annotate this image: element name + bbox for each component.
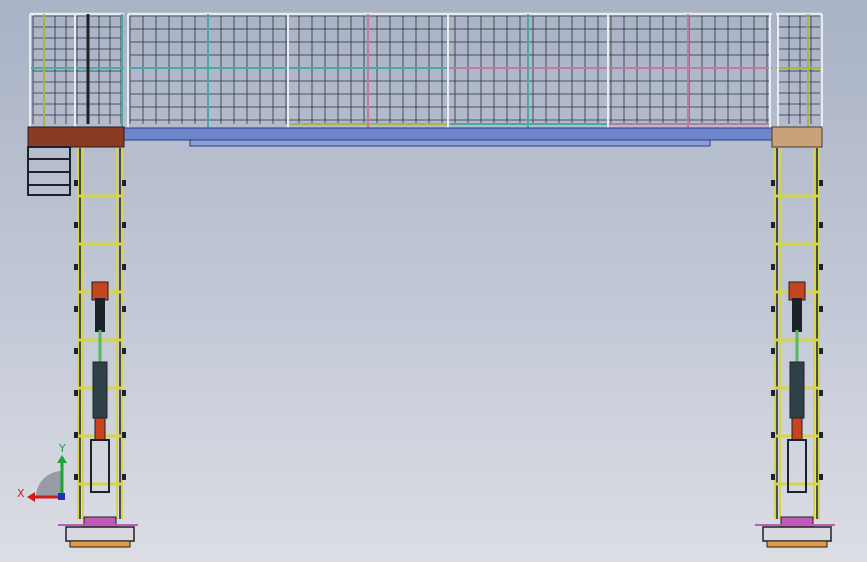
y-axis-arrowhead — [57, 455, 67, 463]
coordinate-triad: X Y — [17, 442, 67, 502]
y-axis-label: Y — [58, 442, 66, 455]
x-axis-arrowhead — [27, 492, 35, 502]
cad-viewport[interactable]: X Y — [0, 0, 867, 562]
x-axis-label: X — [17, 487, 25, 500]
z-axis-origin — [58, 493, 65, 500]
